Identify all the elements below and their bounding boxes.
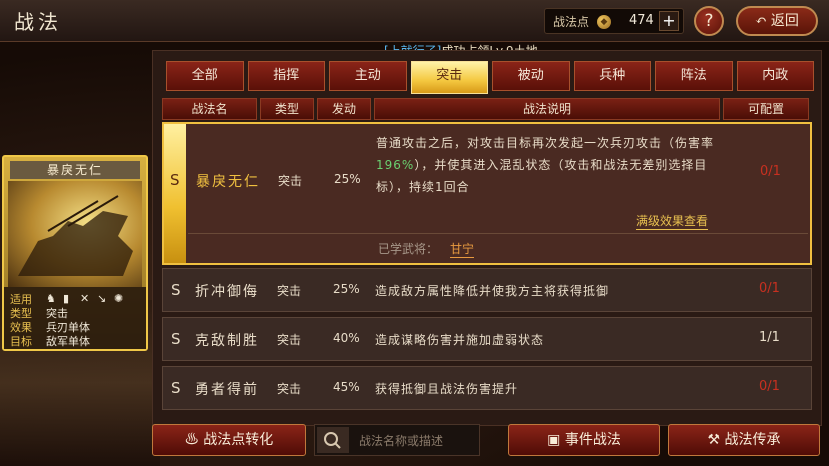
troop-type-icons: ♞ ▮ ✕ ↘ ✺: [46, 293, 125, 304]
back-button[interactable]: ↶ 返回: [736, 6, 818, 36]
tactic-grade: S: [171, 281, 181, 299]
shield-icon: ▮: [63, 292, 70, 305]
selection-indicator: [164, 124, 186, 263]
tactic-name: 克敌制胜: [195, 333, 259, 349]
tactic-name: 暴戾无仁: [196, 174, 260, 190]
divider: [188, 233, 808, 234]
tactic-trigger-rate: 40%: [333, 331, 360, 345]
back-label: 返回: [770, 13, 799, 29]
tab-troop[interactable]: 兵种: [573, 61, 651, 91]
event-label: 事件战法: [564, 432, 621, 448]
page-title: 战法: [14, 10, 62, 34]
hammer-icon: ⚒: [707, 432, 721, 448]
tactic-type: 突击: [277, 284, 302, 298]
column-header-trigger[interactable]: 发动: [317, 98, 371, 120]
back-arrow-icon: ↶: [755, 13, 767, 29]
tactic-name: 勇者得前: [195, 382, 259, 398]
coin-icon: ◆: [597, 15, 611, 29]
column-header-type[interactable]: 类型: [260, 98, 314, 120]
tactic-trigger-rate: 25%: [334, 172, 361, 186]
tactic-type: 突击: [278, 174, 303, 188]
flame-icon: ♨: [184, 432, 199, 448]
event-tactics-button[interactable]: ▣ 事件战法: [508, 424, 660, 456]
cavalry-silhouette-icon: [18, 195, 133, 276]
description-part-2: ），并使其进入混乱状态（攻击和战法无差别选择目标），持续1回合: [376, 158, 708, 194]
target-value: 敌军单体: [46, 335, 90, 348]
description-part-1: 普通攻击之后，对攻击目标再次发起一次兵刃攻击（伤害率: [376, 136, 715, 150]
search-icon: [324, 432, 341, 449]
tab-formation[interactable]: 阵法: [655, 61, 733, 91]
tactic-grade: S: [170, 171, 180, 189]
tab-internal-affairs[interactable]: 内政: [736, 61, 814, 91]
description-damage-rate: 196%: [376, 158, 415, 172]
tactic-trigger-rate: 45%: [333, 380, 360, 394]
siege-icon: ✺: [114, 292, 124, 305]
column-header-description: 战法说明: [374, 98, 720, 120]
tactic-configurable: 1/1: [759, 330, 780, 345]
card-illustration: [8, 181, 142, 287]
convert-label: 战法点转化: [203, 432, 274, 448]
tab-all[interactable]: 全部: [166, 61, 244, 91]
tactic-description: 获得抵御且战法伤害提升: [375, 382, 519, 396]
tab-command[interactable]: 指挥: [247, 61, 325, 91]
tab-active[interactable]: 主动: [329, 61, 407, 91]
points-label: 战法点: [553, 15, 590, 29]
help-button[interactable]: ?: [694, 6, 724, 36]
search-button[interactable]: [317, 427, 349, 453]
category-tabs: 全部 指挥 主动 突击 被动 兵种 阵法 内政: [166, 61, 814, 94]
table-header: 战法名 类型 发动 战法说明 可配置: [162, 98, 812, 120]
search-placeholder: 战法名称或描述: [359, 434, 444, 448]
tab-assault[interactable]: 突击: [410, 61, 488, 94]
target-row: 目标 敌军单体: [10, 333, 90, 349]
tactic-grade: S: [171, 330, 181, 348]
table-row[interactable]: S 勇者得前 突击 45% 获得抵御且战法伤害提升 0/1: [162, 366, 812, 410]
search-input[interactable]: 战法名称或描述: [314, 424, 480, 456]
tactic-type: 突击: [277, 333, 302, 347]
tactic-configurable: 0/1: [759, 379, 780, 394]
top-bar: 战法 战法点 ◆ 474 + ? ↶ 返回: [0, 0, 829, 42]
tactic-name: 折冲御侮: [195, 284, 259, 300]
column-header-configurable[interactable]: 可配置: [723, 98, 809, 120]
bow-icon: ✕: [80, 292, 90, 305]
spear-icon: ↘: [97, 292, 107, 305]
tactic-trigger-rate: 25%: [333, 282, 360, 296]
tactic-description: 造成敌方属性降低并使我方主将获得抵御: [375, 284, 610, 298]
target-label: 目标: [10, 335, 32, 348]
tactic-configurable: 0/1: [760, 164, 781, 179]
max-level-effect-link[interactable]: 满级效果查看: [636, 212, 709, 230]
tactic-card: 暴戾无仁 适用 ♞ ▮ ✕ ↘ ✺ 类型 突击 效果 兵刃单体 目标 敌军单体: [2, 155, 148, 351]
card-info: 适用 ♞ ▮ ✕ ↘ ✺ 类型 突击 效果 兵刃单体 目标 敌军单体: [4, 287, 146, 349]
tactic-configurable: 0/1: [759, 281, 780, 296]
table-row[interactable]: S 克敌制胜 突击 40% 造成谋略伤害并施加虚弱状态 1/1: [162, 317, 812, 361]
points-value: 474: [629, 13, 654, 28]
table-row-selected[interactable]: S 暴戾无仁 突击 25% 普通攻击之后，对攻击目标再次发起一次兵刃攻击（伤害率…: [162, 122, 812, 265]
tactic-inherit-button[interactable]: ⚒ 战法传承: [668, 424, 820, 456]
tactic-description: 造成谋略伤害并施加虚弱状态: [375, 333, 545, 347]
inherit-label: 战法传承: [724, 432, 781, 448]
tactic-type: 突击: [277, 382, 302, 396]
tactic-description: 普通攻击之后，对攻击目标再次发起一次兵刃攻击（伤害率 196%），并使其进入混乱状…: [376, 132, 736, 198]
tactic-grade: S: [171, 379, 181, 397]
add-points-button[interactable]: +: [659, 11, 679, 31]
convert-points-button[interactable]: ♨ 战法点转化: [152, 424, 306, 456]
card-title: 暴戾无仁: [10, 161, 140, 179]
tactic-points-display: 战法点 ◆ 474 +: [544, 8, 684, 34]
tab-passive[interactable]: 被动: [492, 61, 570, 91]
column-header-name[interactable]: 战法名: [162, 98, 257, 120]
book-icon: ▣: [547, 432, 561, 448]
learned-general-link[interactable]: 甘宁: [450, 240, 475, 258]
cavalry-icon: ♞: [46, 292, 56, 305]
table-row[interactable]: S 折冲御侮 突击 25% 造成敌方属性降低并使我方主将获得抵御 0/1: [162, 268, 812, 312]
learned-general-label: 已学武将：: [378, 242, 439, 256]
